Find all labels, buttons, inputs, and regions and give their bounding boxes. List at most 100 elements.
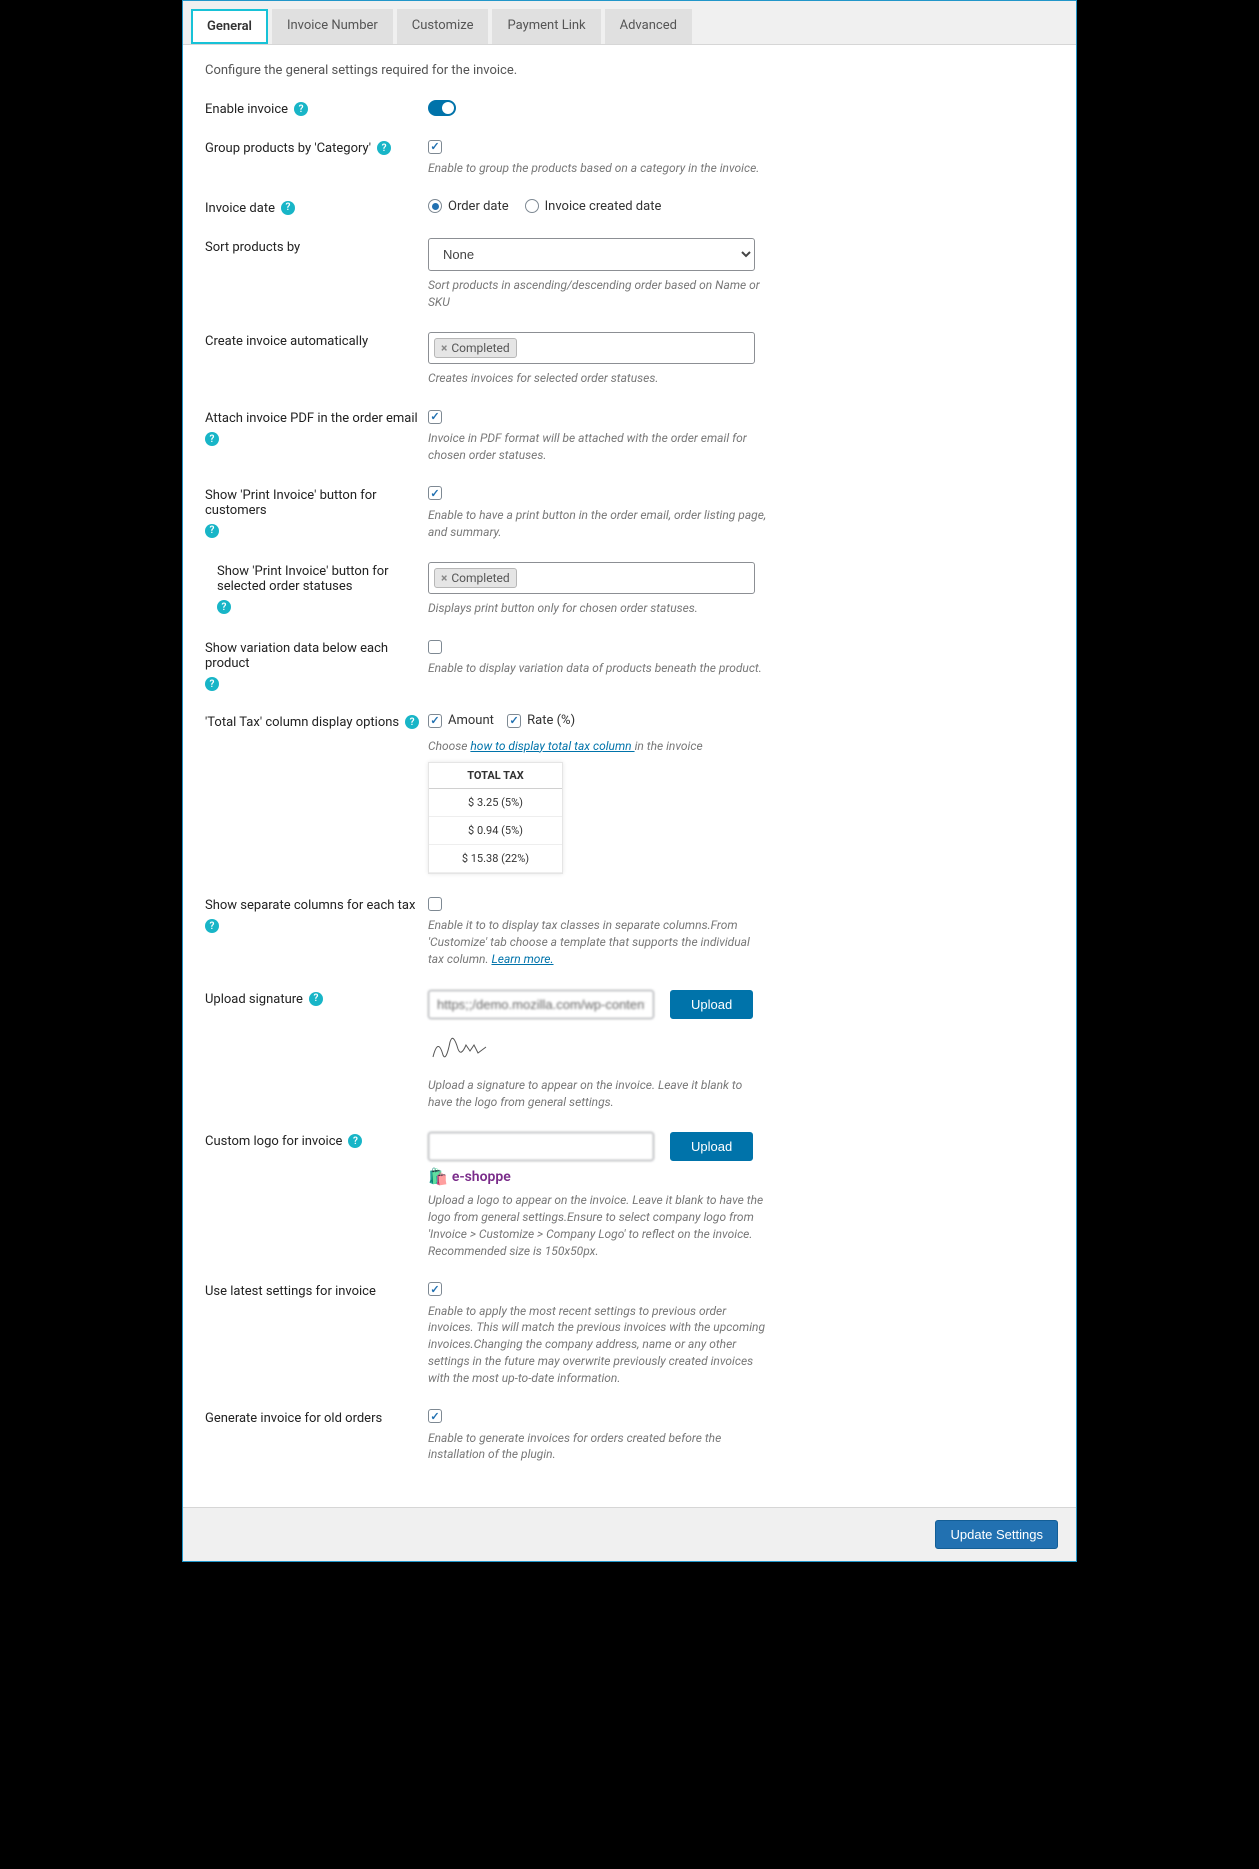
help-icon[interactable]: ? [217, 600, 231, 614]
radio-order-date-label: Order date [448, 199, 509, 214]
helper-custom-logo: Upload a logo to appear on the invoice. … [428, 1192, 768, 1259]
tax-table-header: TOTAL TAX [429, 763, 562, 789]
helper-show-print-selected: Displays print button only for chosen or… [428, 600, 768, 617]
checkbox-tax-amount[interactable] [428, 714, 442, 728]
tax-table-preview: TOTAL TAX $ 3.25 (5%) $ 0.94 (5%) $ 15.3… [428, 762, 563, 874]
helper-show-variation: Enable to display variation data of prod… [428, 660, 768, 677]
label-total-tax: 'Total Tax' column display options [205, 715, 399, 730]
logo-preview: 🛍️ e-shoppe [428, 1167, 768, 1186]
row-show-print: Show 'Print Invoice' button for customer… [205, 486, 1054, 541]
shopping-bag-icon: 🛍️ [428, 1167, 448, 1186]
helper-total-tax: Choose how to display total tax column i… [428, 738, 768, 755]
row-enable-invoice: Enable invoice ? [205, 100, 1054, 117]
row-total-tax: 'Total Tax' column display options ? Amo… [205, 713, 1054, 874]
logo-name: e-shoppe [452, 1169, 511, 1185]
helper-separate-cols: Enable it to to display tax classes in s… [428, 917, 768, 967]
row-separate-cols: Show separate columns for each tax ? Ena… [205, 896, 1054, 967]
label-sort-products: Sort products by [205, 240, 300, 255]
checkbox-show-print[interactable] [428, 486, 442, 500]
toggle-enable-invoice[interactable] [428, 100, 456, 116]
label-show-print-selected: Show 'Print Invoice' button for selected… [217, 564, 428, 594]
label-show-print: Show 'Print Invoice' button for customer… [205, 488, 428, 518]
radio-invoice-created-label: Invoice created date [545, 199, 662, 214]
help-icon[interactable]: ? [377, 141, 391, 155]
row-latest-settings: Use latest settings for invoice Enable t… [205, 1282, 1054, 1387]
tax-row: $ 0.94 (5%) [429, 817, 562, 845]
row-create-auto: Create invoice automatically × Completed… [205, 332, 1054, 387]
input-signature-url[interactable] [428, 990, 654, 1019]
tax-row: $ 15.38 (22%) [429, 845, 562, 873]
row-upload-signature: Upload signature ? Upload Upload a signa… [205, 990, 1054, 1111]
tabs: General Invoice Number Customize Payment… [183, 1, 1076, 45]
update-settings-button[interactable]: Update Settings [935, 1520, 1058, 1549]
help-icon[interactable]: ? [294, 102, 308, 116]
help-icon[interactable]: ? [205, 919, 219, 933]
input-logo-url[interactable] [428, 1132, 654, 1161]
link-learn-more[interactable]: Learn more. [492, 952, 554, 966]
help-icon[interactable]: ? [309, 992, 323, 1006]
row-sort-products: Sort products by None Sort products in a… [205, 238, 1054, 311]
checkbox-attach-pdf[interactable] [428, 410, 442, 424]
checkbox-group-products[interactable] [428, 140, 442, 154]
row-attach-pdf: Attach invoice PDF in the order email ? … [205, 409, 1054, 464]
label-invoice-date: Invoice date [205, 201, 275, 216]
row-custom-logo: Custom logo for invoice ? Upload 🛍️ e-sh… [205, 1132, 1054, 1259]
radio-order-date[interactable] [428, 199, 442, 213]
row-group-products: Group products by 'Category' ? Enable to… [205, 139, 1054, 177]
label-latest-settings: Use latest settings for invoice [205, 1284, 376, 1299]
content: Configure the general settings required … [183, 45, 1076, 1507]
tag-label: Completed [451, 571, 509, 585]
label-separate-cols: Show separate columns for each tax [205, 898, 415, 913]
tab-advanced[interactable]: Advanced [605, 9, 692, 44]
tab-payment-link[interactable]: Payment Link [492, 9, 600, 44]
helper-group-products: Enable to group the products based on a … [428, 160, 768, 177]
signature-preview [428, 1027, 498, 1067]
tag-label: Completed [451, 341, 509, 355]
label-show-variation: Show variation data below each product [205, 641, 428, 671]
label-upload-signature: Upload signature [205, 992, 303, 1007]
tag-completed: × Completed [434, 338, 517, 358]
help-icon[interactable]: ? [281, 201, 295, 215]
label-group-products: Group products by 'Category' [205, 141, 371, 156]
checkbox-latest-settings[interactable] [428, 1282, 442, 1296]
tag-remove-icon[interactable]: × [441, 571, 447, 585]
checkbox-show-variation[interactable] [428, 640, 442, 654]
checkbox-tax-rate[interactable] [507, 714, 521, 728]
row-invoice-date: Invoice date ? Order date Invoice create… [205, 199, 1054, 216]
tab-customize[interactable]: Customize [397, 9, 489, 44]
upload-logo-button[interactable]: Upload [670, 1132, 753, 1161]
link-total-tax[interactable]: how to display total tax column [470, 739, 634, 753]
intro-text: Configure the general settings required … [205, 63, 1054, 78]
upload-signature-button[interactable]: Upload [670, 990, 753, 1019]
radio-invoice-created[interactable] [525, 199, 539, 213]
row-generate-old: Generate invoice for old orders Enable t… [205, 1409, 1054, 1464]
tagbox-show-print-selected[interactable]: × Completed [428, 562, 755, 594]
helper-show-print: Enable to have a print button in the ord… [428, 507, 768, 541]
help-icon[interactable]: ? [348, 1134, 362, 1148]
row-show-print-selected: Show 'Print Invoice' button for selected… [205, 562, 1054, 617]
help-icon[interactable]: ? [405, 715, 419, 729]
label-attach-pdf: Attach invoice PDF in the order email [205, 411, 418, 426]
help-icon[interactable]: ? [205, 677, 219, 691]
tag-remove-icon[interactable]: × [441, 341, 447, 355]
row-show-variation: Show variation data below each product ?… [205, 639, 1054, 691]
helper-generate-old: Enable to generate invoices for orders c… [428, 1430, 768, 1464]
tab-invoice-number[interactable]: Invoice Number [272, 9, 393, 44]
help-icon[interactable]: ? [205, 432, 219, 446]
tax-row: $ 3.25 (5%) [429, 789, 562, 817]
help-icon[interactable]: ? [205, 524, 219, 538]
checkbox-separate-cols[interactable] [428, 897, 442, 911]
helper-attach-pdf: Invoice in PDF format will be attached w… [428, 430, 768, 464]
helper-create-auto: Creates invoices for selected order stat… [428, 370, 768, 387]
label-tax-rate: Rate (%) [527, 713, 575, 728]
checkbox-generate-old[interactable] [428, 1409, 442, 1423]
label-create-auto: Create invoice automatically [205, 334, 368, 349]
tag-completed: × Completed [434, 568, 517, 588]
footer: Update Settings [183, 1507, 1076, 1561]
label-enable-invoice: Enable invoice [205, 102, 288, 117]
select-sort-products[interactable]: None [428, 238, 755, 271]
tagbox-create-auto[interactable]: × Completed [428, 332, 755, 364]
helper-sort-products: Sort products in ascending/descending or… [428, 277, 768, 311]
tab-general[interactable]: General [191, 9, 268, 44]
label-custom-logo: Custom logo for invoice [205, 1134, 342, 1149]
